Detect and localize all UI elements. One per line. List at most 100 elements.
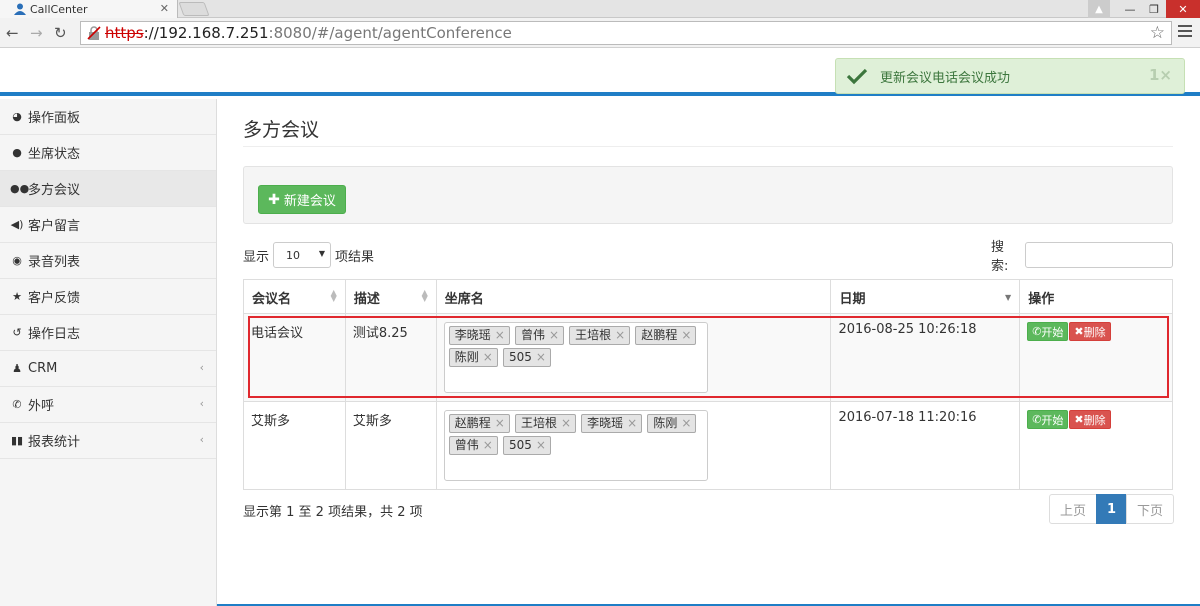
remove-tag-icon[interactable]: ×	[483, 350, 493, 364]
sidebar-item-recordings[interactable]: ◉ 录音列表	[0, 243, 216, 279]
remove-tag-icon[interactable]: ×	[681, 416, 691, 430]
reload-icon[interactable]: ↻	[54, 24, 67, 42]
show-label: 显示	[243, 249, 270, 265]
cell-desc: 艾斯多	[344, 401, 437, 490]
remove-tag-icon[interactable]: ×	[483, 438, 493, 452]
sidebar-item-label: 多方会议	[28, 183, 81, 198]
sidebar-item-agent-status[interactable]: ● 坐席状态	[0, 135, 216, 171]
tab-close-icon[interactable]: ✕	[160, 2, 169, 15]
browser-tab[interactable]: CallCenter ✕	[0, 0, 178, 18]
table-row: 艾斯多 艾斯多 赵鹏程 × 王培根 × 李晓瑶 × 陈刚 × 曾伟 × 505 × 2016…	[243, 401, 1173, 490]
prev-page-button[interactable]: 上页	[1049, 494, 1097, 524]
new-conference-label: 新建会议	[283, 194, 336, 209]
page-length-control: 显示 10 ▼ 项结果	[243, 242, 374, 268]
browser-menu-icon[interactable]	[1178, 25, 1192, 40]
sidebar-item-outbound[interactable]: ✆ 外呼 ‹	[0, 387, 216, 423]
remove-tag-icon[interactable]: ×	[681, 328, 691, 342]
phone-icon: ✆	[1032, 325, 1042, 338]
agent-tag-input[interactable]: 赵鹏程 × 王培根 × 李晓瑶 × 陈刚 × 曾伟 × 505 ×	[443, 410, 708, 481]
sort-icon: ▲ ▼	[330, 288, 337, 303]
agent-tag: 陈刚 ×	[448, 348, 498, 367]
start-button[interactable]: ✆ 开始	[1027, 410, 1069, 429]
page-title: 多方会议	[243, 119, 320, 141]
phone-icon: ✆	[1032, 413, 1042, 426]
table-header-row: 会议名 ▲ ▼ 描述 ▲ ▼ 坐席名 日期 ▼ 操作	[243, 279, 1173, 314]
window-controls: ▲ — ❐ ✕	[1088, 0, 1200, 18]
toast-message: 更新会议电话会议成功	[880, 70, 1011, 86]
sidebar-item-conference[interactable]: ●● 多方会议	[0, 171, 216, 207]
pagination: 上页 1 下页	[1049, 494, 1174, 524]
history-icon: ↺	[12, 326, 22, 339]
agent-tag: 李晓瑶 ×	[448, 326, 510, 345]
agent-tag: 505 ×	[502, 436, 551, 455]
cell-desc: 测试8.25	[344, 313, 437, 402]
chevron-left-icon: ‹	[199, 397, 204, 410]
column-header-actions: 操作	[1019, 279, 1173, 314]
remove-tag-icon[interactable]: ×	[536, 438, 546, 452]
back-icon[interactable]: ←	[6, 24, 19, 42]
current-page-button[interactable]: 1	[1096, 494, 1127, 524]
window-close-icon[interactable]: ✕	[1166, 0, 1200, 18]
chevron-left-icon: ‹	[199, 361, 204, 374]
sidebar-item-dashboard[interactable]: ◕ 操作面板	[0, 99, 216, 135]
column-header-desc[interactable]: 描述 ▲ ▼	[344, 279, 437, 314]
new-tab-button[interactable]	[178, 2, 210, 16]
remove-tag-icon[interactable]: ×	[627, 416, 637, 430]
sort-desc-icon: ▼	[1005, 293, 1012, 302]
agent-tag: 505 ×	[502, 348, 551, 367]
minimize-icon[interactable]: —	[1118, 0, 1142, 18]
remove-tag-icon[interactable]: ×	[615, 328, 625, 342]
url-host: ://192.168.7.251	[143, 24, 269, 42]
dashboard-icon: ◕	[12, 110, 22, 123]
sidebar-item-label: 客户留言	[28, 219, 81, 234]
sort-icon: ▲ ▼	[421, 288, 428, 303]
delete-button[interactable]: ✖ 删除	[1069, 410, 1111, 429]
url-input[interactable]: https://192.168.7.251:8080/#/agent/agent…	[80, 21, 1172, 45]
remove-tag-icon[interactable]: ×	[536, 350, 546, 364]
chevron-left-icon: ‹	[199, 433, 204, 446]
column-header-agents: 坐席名	[435, 279, 832, 314]
maximize-icon[interactable]: ❐	[1142, 0, 1166, 18]
sidebar-item-label: 操作面板	[28, 111, 81, 126]
sidebar-item-messages[interactable]: ◀) 客户留言	[0, 207, 216, 243]
caret-down-icon: ▼	[318, 249, 326, 258]
remove-tag-icon[interactable]: ×	[495, 328, 505, 342]
delete-button[interactable]: ✖ 删除	[1069, 322, 1111, 341]
cell-actions: ✆ 开始 ✖ 删除	[1019, 313, 1173, 402]
volume-icon: ◀)	[10, 218, 24, 231]
column-header-name[interactable]: 会议名 ▲ ▼	[243, 279, 346, 314]
bookmark-star-icon[interactable]: ☆	[1150, 23, 1165, 43]
table-row: 电话会议 测试8.25 李晓瑶 × 曾伟 × 王培根 × 赵鹏程 × 陈刚 × 505 × …	[243, 313, 1173, 402]
agent-tag: 陈刚 ×	[647, 414, 697, 433]
column-header-date[interactable]: 日期 ▼	[830, 279, 1021, 314]
toast-close-count[interactable]: 1×	[1149, 66, 1172, 84]
start-button[interactable]: ✆ 开始	[1027, 322, 1069, 341]
results-label: 项结果	[335, 249, 375, 265]
address-bar: ← → ↻ https://192.168.7.251:8080/#/agent…	[0, 18, 1200, 48]
sidebar-item-reports[interactable]: ▮▮ 报表统计 ‹	[0, 423, 216, 459]
conference-table: 会议名 ▲ ▼ 描述 ▲ ▼ 坐席名 日期 ▼ 操作 电话会议 测试8.25 李晓瑶 × 曾…	[243, 279, 1173, 490]
forward-icon[interactable]: →	[30, 24, 43, 42]
sidebar-item-label: 录音列表	[28, 255, 81, 270]
sidebar-item-crm[interactable]: ♟ CRM ‹	[0, 351, 216, 387]
sidebar-item-logs[interactable]: ↺ 操作日志	[0, 315, 216, 351]
remove-tag-icon[interactable]: ×	[561, 416, 571, 430]
sidebar-item-feedback[interactable]: ★ 客户反馈	[0, 279, 216, 315]
profile-icon[interactable]: ▲	[1088, 0, 1110, 18]
remove-tag-icon[interactable]: ×	[495, 416, 505, 430]
table-info: 显示第 1 至 2 项结果，共 2 项	[243, 505, 423, 520]
search-control: 搜索:	[991, 240, 1173, 274]
new-conference-button[interactable]: ✚ 新建会议	[258, 185, 346, 214]
next-page-button[interactable]: 下页	[1126, 494, 1174, 524]
search-input[interactable]	[1025, 242, 1173, 268]
sidebar-item-label: 操作日志	[28, 327, 81, 342]
cell-name: 艾斯多	[243, 401, 346, 490]
agent-tag: 曾伟 ×	[448, 436, 498, 455]
page-size-select[interactable]: 10 ▼	[273, 242, 332, 268]
remove-tag-icon[interactable]: ×	[549, 328, 559, 342]
cell-actions: ✆ 开始 ✖ 删除	[1019, 401, 1173, 490]
sidebar-item-label: 报表统计	[28, 435, 81, 450]
close-icon: ✖	[1074, 413, 1084, 426]
agent-tag-input[interactable]: 李晓瑶 × 曾伟 × 王培根 × 赵鹏程 × 陈刚 × 505 ×	[443, 322, 708, 393]
page-size-value: 10	[286, 248, 301, 262]
